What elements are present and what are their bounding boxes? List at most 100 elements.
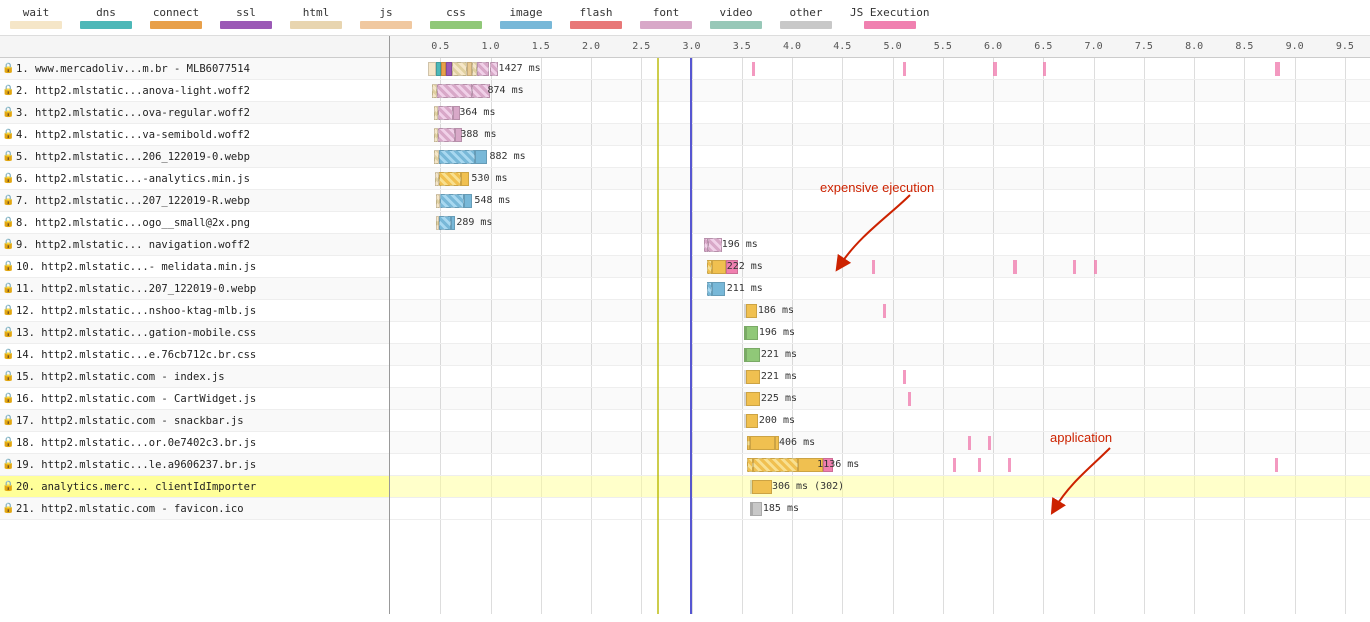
tick-5: 5.0: [884, 41, 902, 52]
bar-segment: [477, 62, 489, 76]
chart-row-17: 406 ms: [390, 432, 1370, 454]
tick-7.5: 7.5: [1135, 41, 1153, 52]
bar-time-label: 200 ms: [759, 415, 795, 426]
legend-label: connect: [153, 6, 199, 19]
lock-icon: 🔒: [2, 349, 14, 361]
chart-row-13: 221 ms: [390, 344, 1370, 366]
bar-segment: [452, 62, 467, 76]
label-row-1: 🔒 2. http2.mlstatic...anova-light.woff2: [0, 80, 389, 102]
legend-item-dns: dns: [80, 6, 132, 29]
bar-time-label: 1136 ms: [817, 459, 859, 470]
chart-row-5: 530 ms: [390, 168, 1370, 190]
bar-segment: [752, 480, 772, 494]
tick-9.5: 9.5: [1336, 41, 1354, 52]
bar-segment: [440, 194, 464, 208]
js-exec-mark: [1094, 260, 1097, 274]
legend-swatch: [430, 21, 482, 29]
bar-segment: [746, 370, 760, 384]
tick-4: 4.0: [783, 41, 801, 52]
chart-panel: 0.51.01.52.02.53.03.54.04.55.05.56.06.57…: [390, 36, 1370, 614]
bar-segment: [708, 238, 722, 252]
legend-item-video: video: [710, 6, 762, 29]
lock-icon: 🔒: [2, 107, 14, 119]
bar-segment: [438, 128, 455, 142]
js-exec-mark: [883, 304, 886, 318]
legend-label: ssl: [236, 6, 256, 19]
legend-item-connect: connect: [150, 6, 202, 29]
chart-row-15: 225 ms: [390, 388, 1370, 410]
lock-icon: 🔒: [2, 63, 14, 75]
js-exec-mark: [953, 458, 956, 472]
legend-label: html: [303, 6, 330, 19]
legend-item-flash: flash: [570, 6, 622, 29]
js-exec-mark: [903, 62, 906, 76]
tick-8: 8.0: [1185, 41, 1203, 52]
labels-panel: 🔒 1. www.mercadoliv...m.br - MLB6077514 …: [0, 36, 390, 614]
bar-time-label: 306 ms (302): [772, 481, 844, 492]
chart-row-20: 185 ms: [390, 498, 1370, 520]
legend-swatch: [570, 21, 622, 29]
legend-swatch: [10, 21, 62, 29]
row-label: 21. http2.mlstatic.com - favicon.ico: [16, 503, 244, 515]
bar-time-label: 221 ms: [761, 371, 797, 382]
chart-row-1: 874 ms: [390, 80, 1370, 102]
tick-9: 9.0: [1286, 41, 1304, 52]
bar-time-label: 1427 ms: [499, 63, 541, 74]
row-label: 12. http2.mlstatic...nshoo-ktag-mlb.js: [16, 305, 256, 317]
bar-segment: [746, 348, 760, 362]
bar-time-label: 530 ms: [471, 173, 507, 184]
tick-3: 3.0: [683, 41, 701, 52]
chart-row-9: 222 ms: [390, 256, 1370, 278]
label-row-11: 🔒 12. http2.mlstatic...nshoo-ktag-mlb.js: [0, 300, 389, 322]
legend-item-html: html: [290, 6, 342, 29]
legend-swatch: [864, 21, 916, 29]
label-row-13: 🔒 14. http2.mlstatic...e.76cb712c.br.css: [0, 344, 389, 366]
label-row-2: 🔒 3. http2.mlstatic...ova-regular.woff2: [0, 102, 389, 124]
row-label: 2. http2.mlstatic...anova-light.woff2: [16, 85, 250, 97]
bar-time-label: 289 ms: [456, 217, 492, 228]
tick-1.5: 1.5: [532, 41, 550, 52]
legend-label: css: [446, 6, 466, 19]
row-label: 13. http2.mlstatic...gation-mobile.css: [16, 327, 256, 339]
bar-time-label: 225 ms: [761, 393, 797, 404]
legend-swatch: [640, 21, 692, 29]
bar-time-label: 874 ms: [487, 85, 523, 96]
row-label: 18. http2.mlstatic...or.0e7402c3.br.js: [16, 437, 256, 449]
bar-segment: [439, 150, 475, 164]
bar-segment: [712, 260, 726, 274]
row-label: 10. http2.mlstatic...- melidata.min.js: [16, 261, 256, 273]
legend-item-wait: wait: [10, 6, 62, 29]
legend-label: dns: [96, 6, 116, 19]
lock-icon: 🔒: [2, 305, 14, 317]
label-row-17: 🔒 18. http2.mlstatic...or.0e7402c3.br.js: [0, 432, 389, 454]
marker-blue: [690, 58, 692, 614]
bar-time-label: 364 ms: [459, 107, 495, 118]
bar-segment: [746, 326, 758, 340]
bar-time-label: 211 ms: [727, 283, 763, 294]
chart-row-16: 200 ms: [390, 410, 1370, 432]
bar-segment: [438, 106, 453, 120]
timeline-ticks: 0.51.01.52.02.53.03.54.04.55.05.56.06.57…: [390, 36, 1370, 57]
label-row-12: 🔒 13. http2.mlstatic...gation-mobile.css: [0, 322, 389, 344]
legend-item-css: css: [430, 6, 482, 29]
js-exec-mark: [1275, 458, 1278, 472]
label-row-20: 🔒 21. http2.mlstatic.com - favicon.ico: [0, 498, 389, 520]
legend-swatch: [80, 21, 132, 29]
chart-row-3: 388 ms: [390, 124, 1370, 146]
lock-icon: 🔒: [2, 371, 14, 383]
chart-row-0: 1427 ms: [390, 58, 1370, 80]
lock-icon: 🔒: [2, 415, 14, 427]
label-row-8: 🔒 9. http2.mlstatic... navigation.woff2: [0, 234, 389, 256]
js-exec-mark: [752, 62, 755, 76]
lock-icon: 🔒: [2, 437, 14, 449]
row-label: 19. http2.mlstatic...le.a9606237.br.js: [16, 459, 256, 471]
chart-row-2: 364 ms: [390, 102, 1370, 124]
bar-time-label: 406 ms: [779, 437, 815, 448]
label-row-7: 🔒 8. http2.mlstatic...ogo__small@2x.png: [0, 212, 389, 234]
tick-0.5: 0.5: [431, 41, 449, 52]
js-exec-mark: [1275, 62, 1280, 76]
main-container: wait dns connect ssl html js css image f…: [0, 0, 1370, 622]
bar-time-label: 186 ms: [758, 305, 794, 316]
js-exec-mark: [988, 436, 991, 450]
label-row-6: 🔒 7. http2.mlstatic...207_122019-R.webp: [0, 190, 389, 212]
